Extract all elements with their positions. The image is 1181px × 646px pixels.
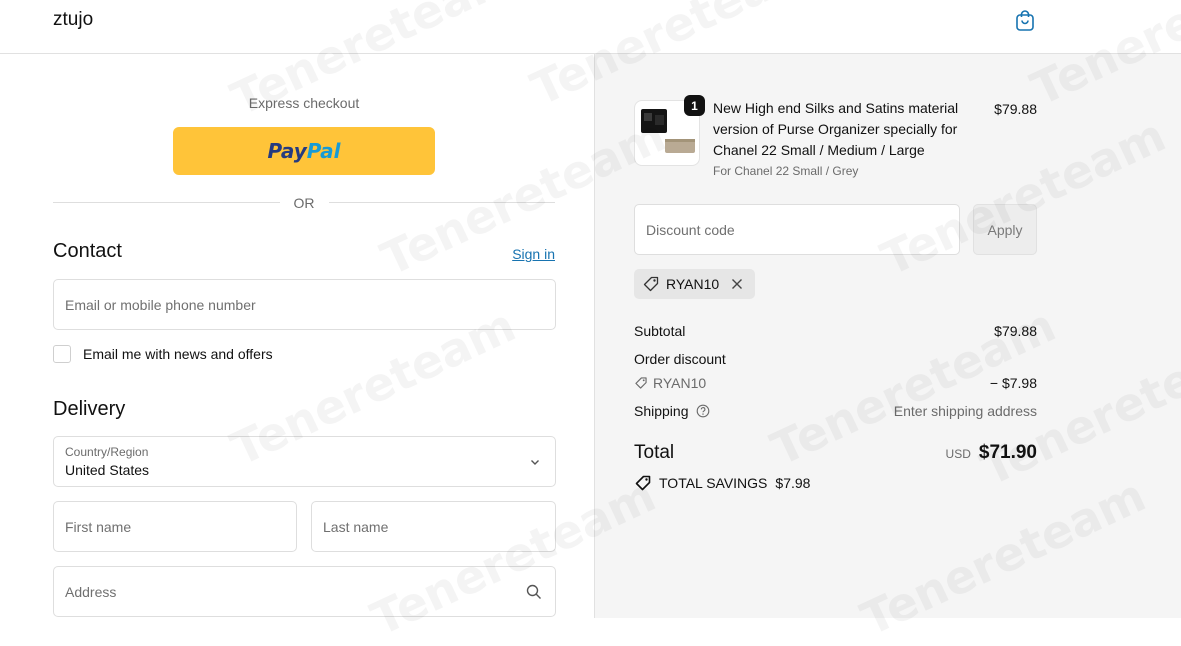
country-label: Country/Region: [65, 445, 149, 459]
product-title: New High end Silks and Satins material v…: [713, 100, 959, 158]
discount-code-row: RYAN10 − $7.98: [634, 375, 1037, 393]
savings-label: TOTAL SAVINGS: [659, 475, 768, 491]
apply-button[interactable]: Apply: [973, 204, 1037, 255]
order-discount-row: Order discount: [634, 351, 1037, 367]
email-placeholder: Email or mobile phone number: [65, 296, 256, 313]
subtotal-value: $79.88: [994, 323, 1037, 339]
discount-code-label: RYAN10: [653, 375, 707, 391]
first-name-placeholder: First name: [65, 518, 132, 535]
currency-code: USD: [945, 447, 971, 461]
order-summary: 1 New High end Silks and Satins material…: [594, 54, 1181, 618]
store-logo[interactable]: ztujo: [53, 9, 93, 31]
close-icon[interactable]: [729, 276, 745, 292]
checkout-form: Express checkout Pay Pal OR Contact Sign …: [0, 54, 594, 618]
or-divider: OR: [53, 196, 555, 210]
applied-code: RYAN10: [666, 276, 720, 292]
tag-icon: [643, 276, 659, 292]
quantity-badge: 1: [684, 95, 705, 116]
discount-value: − $7.98: [989, 375, 1037, 391]
shipping-row: Shipping Enter shipping address: [634, 403, 1037, 419]
total-value: $71.90: [978, 442, 1037, 463]
subtotal-row: Subtotal $79.88: [634, 323, 1037, 339]
paypal-logo-pal: Pal: [306, 139, 341, 163]
product-variant: For Chanel 22 Small / Grey: [713, 164, 859, 178]
savings-value: $7.98: [775, 475, 811, 491]
address-placeholder: Address: [65, 583, 117, 600]
total-savings: TOTAL SAVINGS $7.98: [634, 474, 810, 492]
country-select[interactable]: Country/Region United States: [53, 436, 556, 487]
search-icon: [526, 584, 541, 599]
country-value: United States: [65, 462, 150, 478]
newsletter-checkbox[interactable]: [53, 345, 71, 363]
applied-discount-chip: RYAN10: [634, 269, 756, 299]
shipping-label: Shipping: [634, 403, 689, 419]
first-name-field[interactable]: First name: [53, 501, 297, 552]
total-label: Total: [634, 442, 675, 463]
paypal-logo-pay: Pay: [267, 139, 307, 163]
sign-in-link[interactable]: Sign in: [512, 246, 555, 262]
paypal-button[interactable]: Pay Pal: [173, 127, 435, 175]
shopping-bag-icon[interactable]: [1013, 8, 1037, 32]
discount-placeholder: Discount code: [646, 221, 735, 238]
chevron-down-icon: [531, 460, 539, 465]
subtotal-label: Subtotal: [634, 323, 686, 339]
email-field[interactable]: Email or mobile phone number: [53, 279, 556, 330]
newsletter-label: Email me with news and offers: [83, 346, 273, 362]
contact-heading: Contact: [53, 240, 122, 262]
order-discount-label: Order discount: [634, 351, 726, 367]
product-price: $79.88: [994, 101, 1037, 117]
checkout-header: ztujo: [0, 0, 1181, 54]
last-name-placeholder: Last name: [323, 518, 389, 535]
newsletter-option[interactable]: Email me with news and offers: [53, 345, 273, 363]
discount-code-field[interactable]: Discount code: [634, 204, 960, 255]
last-name-field[interactable]: Last name: [311, 501, 556, 552]
express-checkout-label: Express checkout: [248, 95, 360, 111]
or-text: OR: [293, 194, 315, 211]
help-icon[interactable]: [696, 404, 710, 418]
total-row: Total USD $71.90: [634, 442, 1037, 464]
address-field[interactable]: Address: [53, 566, 556, 617]
tag-icon: [635, 377, 647, 389]
shipping-value: Enter shipping address: [893, 403, 1037, 419]
delivery-heading: Delivery: [53, 398, 126, 420]
savings-tag-icon: [635, 475, 651, 491]
